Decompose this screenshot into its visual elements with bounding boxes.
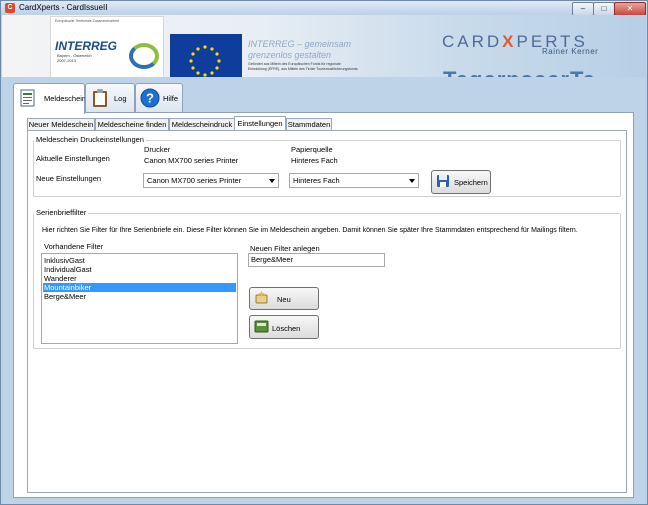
tab-stammdaten[interactable]: Stammdaten — [286, 118, 332, 130]
new-filter-button-label: Neu — [277, 295, 291, 304]
title-bar[interactable]: C CardXperts - CardIssueII – □ ✕ — [1, 1, 647, 16]
tab-log[interactable]: Log — [85, 83, 135, 112]
interreg-swirl-icon — [129, 43, 159, 69]
tray-select[interactable]: Hinteres Fach — [289, 173, 419, 188]
save-button[interactable]: Speichern — [431, 170, 491, 194]
list-item[interactable]: IndividualGast — [43, 265, 236, 274]
tab-meldeschein[interactable]: Meldeschein — [13, 83, 87, 114]
svg-text:?: ? — [146, 91, 154, 106]
chevron-down-icon — [269, 179, 275, 183]
form-icon — [20, 89, 35, 107]
tab-meldescheindruck[interactable]: Meldescheindruck — [169, 118, 235, 130]
window-title: CardXperts - CardIssueII — [19, 3, 108, 12]
serial-filter-title: Serienbrieffilter — [34, 208, 89, 217]
eu-flag-icon — [170, 34, 242, 77]
tab-meldeschein-label: Meldeschein — [44, 94, 87, 103]
clipboard-icon — [93, 89, 107, 107]
new-settings-label: Neue Einstellungen — [36, 174, 102, 183]
tab-meldescheine-finden[interactable]: Meldescheine finden — [95, 118, 169, 130]
printer-select[interactable]: Canon MX700 series Printer — [143, 173, 279, 188]
existing-filters-label: Vorhandene Filter — [44, 242, 104, 251]
delete-filter-button-label: Löschen — [272, 324, 301, 333]
tab-hilfe-label: Hilfe — [163, 94, 179, 103]
delete-icon — [254, 320, 269, 333]
app-window: C CardXperts - CardIssueII – □ ✕ Europäi… — [0, 0, 648, 505]
new-filter-button[interactable]: Neu — [249, 287, 319, 310]
maximize-button[interactable]: □ — [593, 2, 615, 16]
tray-column-header: Papierquelle — [291, 145, 333, 154]
printer-column-header: Drucker — [144, 145, 171, 154]
serial-filter-description: Hier richten Sie Filter für Ihre Serienb… — [42, 227, 578, 234]
tab-hilfe[interactable]: ? Hilfe — [135, 83, 183, 112]
tray-select-value: Hinteres Fach — [293, 176, 340, 185]
eu-slogan: INTERREG – gemeinsam grenzenlos gestalte… — [248, 39, 352, 60]
list-item[interactable]: Wanderer — [43, 274, 236, 283]
list-item[interactable]: Berge&Meer — [43, 292, 236, 301]
list-item[interactable]: InklusivGast — [43, 256, 236, 265]
filter-listbox[interactable]: InklusivGast IndividualGast Wanderer Mou… — [41, 253, 238, 344]
minimize-button[interactable]: – — [572, 2, 594, 16]
new-filter-input[interactable]: Berge&Meer — [248, 253, 385, 267]
print-settings-title: Meldeschein Druckeinstellungen — [34, 135, 146, 144]
list-item-selected[interactable]: Mountainbiker — [43, 283, 236, 292]
app-icon: C — [5, 3, 15, 13]
close-button[interactable]: ✕ — [614, 2, 646, 16]
delete-filter-button[interactable]: Löschen — [249, 315, 319, 339]
floppy-disk-icon — [437, 175, 449, 187]
new-filter-label: Neuen Filter anlegen — [250, 244, 320, 253]
current-printer-value: Canon MX700 series Printer — [144, 156, 239, 165]
eu-funding-note: Gefördert aus Mitteln des Europäischen F… — [248, 62, 358, 71]
tab-neuer-meldeschein[interactable]: Neuer Meldeschein — [27, 118, 95, 130]
current-tray-value: Hinteres Fach — [291, 156, 338, 165]
chevron-down-icon — [409, 179, 415, 183]
add-item-icon — [255, 290, 268, 304]
interreg-logo: Europäische Territoriale Zusammenarbeit … — [50, 16, 164, 77]
save-button-label: Speichern — [454, 178, 488, 187]
logo-subtitle: Rainer Kerner — [542, 47, 599, 56]
tab-log-label: Log — [114, 94, 127, 103]
tegernsee-logo: TegernseerTa — [443, 67, 596, 77]
interreg-wordmark: INTERREG — [55, 39, 118, 53]
printer-select-value: Canon MX700 series Printer — [147, 176, 242, 185]
header-banner: Europäische Territoriale Zusammenarbeit … — [2, 15, 646, 77]
tab-einstellungen[interactable]: Einstellungen — [234, 116, 286, 130]
current-settings-label: Aktuelle Einstellungen — [36, 154, 110, 163]
help-icon: ? — [140, 88, 160, 108]
interreg-subtitle: Bayern - Österreich 2007-2013 — [57, 53, 92, 63]
